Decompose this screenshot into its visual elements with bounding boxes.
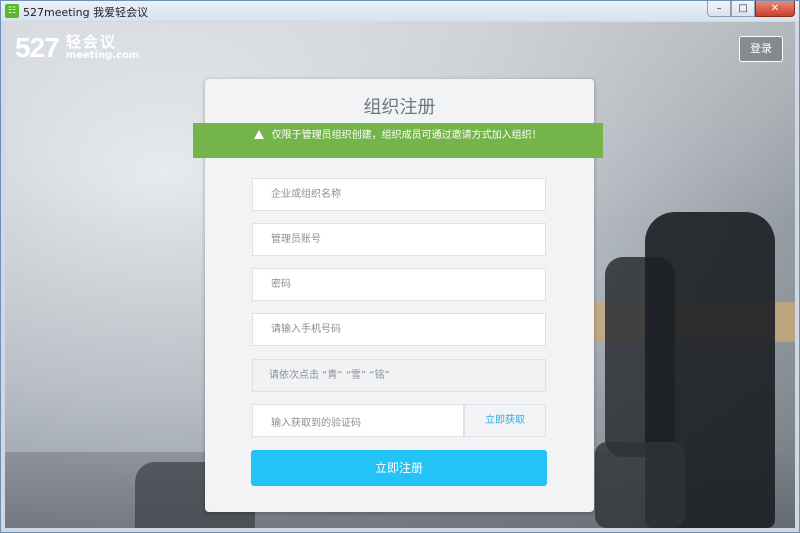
password-field[interactable] [252,268,549,301]
window-controls: – □ ✕ [707,1,795,19]
logo-domain: meeting.com [65,50,140,61]
captcha-click-field[interactable]: 请依次点击 “青” “雪” “铭” [252,359,546,392]
sms-code-field[interactable] [252,404,467,437]
logo-name: 轻会议 [65,33,117,51]
captcha-prompt: 请依次点击 “青” “雪” “铭” [269,370,390,381]
brand-logo: 527 轻会议 meeting.com [15,34,139,62]
app-icon: ☷ [5,4,19,18]
notice-text: 仅限于管理员组织创建，组织成员可通过邀请方式加入组织！ [271,130,542,141]
app-window: ☷ 527meeting 我爱轻会议 – □ ✕ 527 轻会议 meeting… [0,0,800,533]
window-title: 527meeting 我爱轻会议 [23,6,149,19]
minimize-button[interactable]: – [707,1,731,17]
password-input[interactable] [269,278,549,291]
get-code-button[interactable]: 立即获取 [464,404,546,437]
warning-icon [254,130,265,139]
org-name-input[interactable] [269,188,549,201]
logo-number: 527 [15,32,60,63]
main-content: 527 轻会议 meeting.com 登录 组织注册 仅限于管理员组织创建，组… [5,22,795,528]
title-bar[interactable]: ☷ 527meeting 我爱轻会议 – □ ✕ [1,1,799,21]
notice-banner: 仅限于管理员组织创建，组织成员可通过邀请方式加入组织！ [193,123,603,158]
phone-input[interactable] [269,323,549,336]
org-name-field[interactable] [252,178,549,211]
sms-code-input[interactable] [269,417,467,430]
login-button[interactable]: 登录 [739,36,783,62]
close-button[interactable]: ✕ [755,1,795,17]
phone-field[interactable] [252,313,549,346]
background-chair [595,442,685,528]
admin-account-input[interactable] [269,233,549,246]
register-button[interactable]: 立即注册 [251,450,547,486]
admin-account-field[interactable] [252,223,549,256]
form-title: 组织注册 [363,97,436,118]
maximize-button[interactable]: □ [731,1,755,17]
